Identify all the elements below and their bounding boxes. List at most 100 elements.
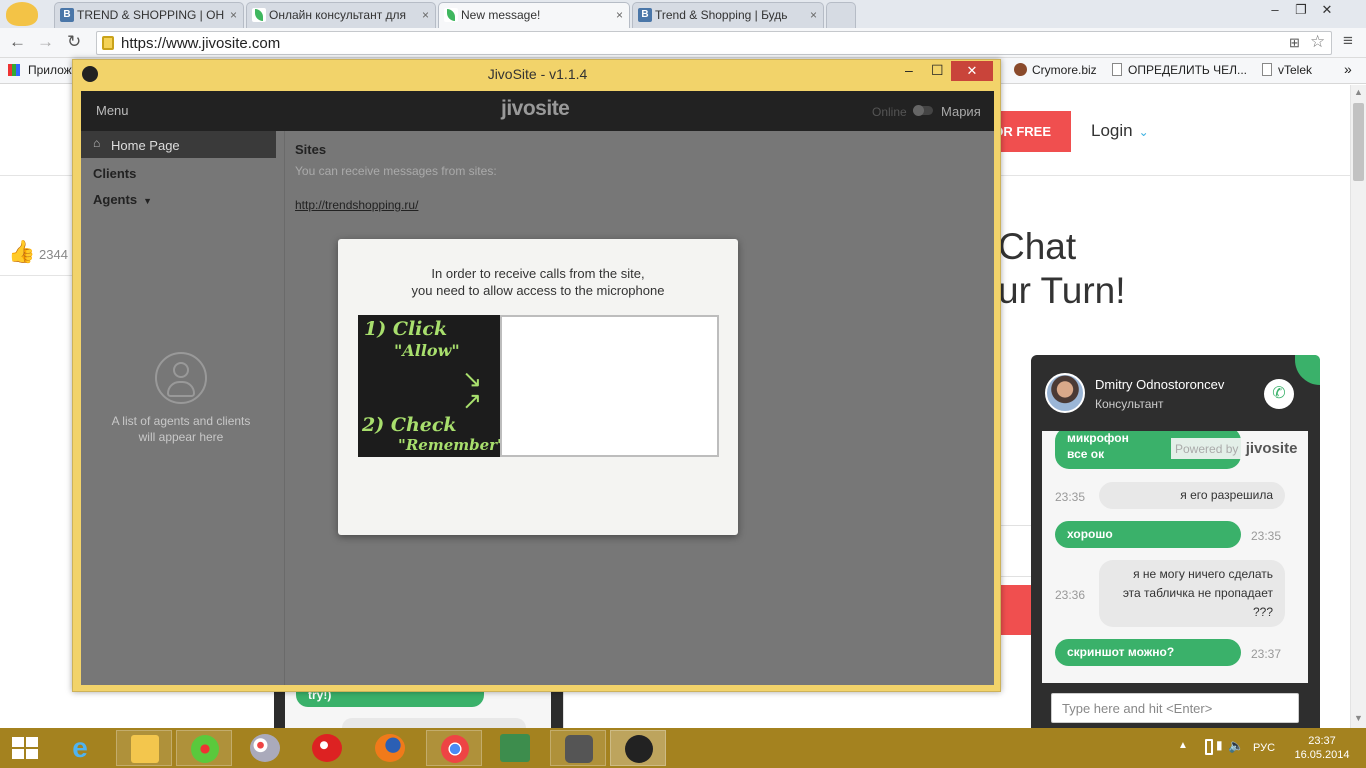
close-icon[interactable]: ×: [422, 3, 429, 27]
close-icon[interactable]: ×: [810, 3, 817, 27]
menu-icon[interactable]: ≡: [1343, 31, 1353, 51]
site-link[interactable]: http://trendshopping.ru/: [295, 198, 418, 212]
tab-label: Онлайн консультант для: [269, 8, 407, 22]
vk-icon: B: [60, 8, 74, 22]
tab-label: New message!: [461, 8, 541, 22]
close-icon[interactable]: ×: [616, 3, 623, 27]
bookmark-crymore[interactable]: Crymore.biz: [1014, 63, 1097, 77]
new-tab-button[interactable]: [826, 2, 856, 28]
thumbs-up-icon: 👍: [8, 239, 36, 264]
browser-toolbar: ← → ↻ https://www.jivosite.com ⊞ ☆ ≡: [0, 28, 1366, 58]
phone-icon: ✆: [1272, 385, 1286, 402]
visitor-message: я его разрешила: [1099, 482, 1285, 509]
minimize-icon[interactable]: –: [1262, 2, 1288, 17]
app-content: Menu jivosite Online Мария ⌂ Home Page C…: [81, 91, 994, 685]
translate-icon[interactable]: ⊞: [1289, 35, 1300, 51]
paint-icon[interactable]: [250, 734, 280, 762]
login-link[interactable]: Login ⌄: [1091, 121, 1149, 141]
dialog-message: In order to receive calls from the site,…: [411, 266, 665, 298]
signal-icon[interactable]: ▮: [1216, 738, 1223, 752]
restore-icon[interactable]: ❐: [1288, 2, 1314, 18]
arrow-icon: ↗: [462, 388, 483, 415]
firefox-icon[interactable]: [375, 734, 405, 762]
permission-instructions-image: 1) Click "Allow" ↘ ↗ 2) Check "Remember": [358, 315, 500, 457]
sidebar-item-clients[interactable]: Clients: [93, 166, 136, 181]
reload-icon[interactable]: ↻: [67, 32, 81, 52]
sidebar-item-home[interactable]: ⌂ Home Page: [81, 131, 276, 158]
sidebar-item-agents[interactable]: Agents ▼: [93, 192, 152, 207]
tray-overflow-icon[interactable]: ▲: [1178, 740, 1188, 751]
taskbar-icq[interactable]: [176, 730, 232, 766]
visitor-message: я не могу ничего сделать эта табличка не…: [1099, 560, 1285, 627]
spreadsheet-icon[interactable]: [500, 734, 530, 762]
message-time: 23:35: [1055, 490, 1086, 504]
start-button[interactable]: [12, 737, 38, 759]
bookmarks-overflow[interactable]: »: [1344, 61, 1352, 77]
bookmark-vtelek[interactable]: vTelek: [1262, 63, 1312, 77]
vk-icon: B: [638, 8, 652, 22]
scroll-thumb[interactable]: [1353, 103, 1364, 181]
url-text: https://www.jivosite.com: [121, 35, 281, 52]
star-icon[interactable]: ☆: [1310, 32, 1325, 52]
close-button[interactable]: ✕: [951, 61, 993, 81]
volume-icon[interactable]: 🔈: [1228, 738, 1244, 754]
online-status-label: Online: [872, 105, 907, 119]
browser-tab-strip: B TREND & SHOPPING | ОН × Онлайн консуль…: [0, 0, 1366, 28]
tab-trend-shopping[interactable]: B TREND & SHOPPING | ОН ×: [54, 2, 244, 28]
ie-icon[interactable]: e: [64, 733, 96, 763]
chat-widget: Dmitry Odnostoroncev Консультант ✆ микро…: [1031, 355, 1320, 728]
taskbar-explorer[interactable]: [116, 730, 172, 766]
tab-new-message[interactable]: New message! ×: [438, 2, 630, 28]
address-bar[interactable]: https://www.jivosite.com ⊞ ☆: [96, 31, 1332, 55]
page-scrollbar[interactable]: ▲ ▼: [1350, 85, 1366, 728]
tab-online-consultant[interactable]: Онлайн консультант для ×: [246, 2, 436, 28]
chevron-down-icon: ⌄: [1138, 125, 1149, 139]
sites-title: Sites: [295, 142, 327, 157]
jivo-leaf-icon: [625, 735, 653, 763]
window-title: JivoSite - v1.1.4: [487, 66, 588, 82]
minimize-icon[interactable]: –: [905, 62, 913, 78]
message-time: 23:35: [1251, 529, 1282, 543]
close-icon[interactable]: ×: [230, 3, 237, 27]
bookmark-opredelit[interactable]: ОПРЕДЕЛИТЬ ЧЕЛ...: [1112, 63, 1247, 77]
agent-role: Консультант: [1095, 397, 1164, 411]
language-indicator[interactable]: РУС: [1253, 742, 1275, 754]
scroll-up-icon[interactable]: ▲: [1354, 87, 1363, 97]
menu-button[interactable]: Menu: [96, 103, 129, 118]
jivo-corner-badge: [1295, 355, 1320, 385]
get-free-button[interactable]: OR FREE: [990, 111, 1071, 152]
site-input-block: [1000, 525, 1032, 577]
hint-click: 1) Click "Allow": [364, 318, 460, 360]
scroll-down-icon[interactable]: ▼: [1354, 713, 1363, 723]
taskbar-camera[interactable]: [550, 730, 606, 766]
call-button[interactable]: ✆: [1264, 379, 1294, 409]
taskbar-chrome[interactable]: [426, 730, 482, 766]
jivo-leaf-icon: [252, 8, 266, 22]
flash-permission-box[interactable]: [500, 315, 719, 457]
back-icon[interactable]: ←: [9, 32, 26, 52]
agent-avatar: [1045, 373, 1085, 413]
powered-by[interactable]: Powered by jivosite: [1171, 438, 1302, 459]
browser-window-controls: – ❐ ✕: [1262, 2, 1366, 24]
likes-divider: [0, 275, 72, 276]
taskbar-clock[interactable]: 23:37 16.05.2014: [1290, 734, 1354, 762]
maximize-icon[interactable]: ☐: [931, 62, 944, 79]
media-icon[interactable]: [312, 734, 342, 762]
forward-icon[interactable]: →: [37, 32, 54, 52]
chat-message-list: микрофон все ок Powered by jivosite 23:3…: [1042, 431, 1308, 683]
battery-icon[interactable]: [1205, 739, 1213, 755]
tab-trend-shopping-2[interactable]: B Trend & Shopping | Будь ×: [632, 2, 824, 28]
browser-profile-icon[interactable]: [6, 2, 38, 26]
like-widget[interactable]: 👍 2344: [8, 239, 70, 267]
online-toggle[interactable]: [913, 105, 933, 116]
apps-icon[interactable]: [8, 64, 20, 76]
tab-label: Trend & Shopping | Будь: [655, 8, 788, 22]
folder-icon: [131, 735, 159, 763]
current-user[interactable]: Мария: [941, 104, 981, 119]
microphone-permission-dialog: In order to receive calls from the site,…: [338, 239, 738, 535]
bookmark-apps[interactable]: Прилож: [28, 63, 72, 77]
chat-input[interactable]: Type here and hit <Enter>: [1051, 693, 1299, 723]
caret-down-icon: ▼: [143, 196, 152, 206]
taskbar-jivosite[interactable]: [610, 730, 666, 766]
close-icon[interactable]: ✕: [1314, 2, 1340, 18]
